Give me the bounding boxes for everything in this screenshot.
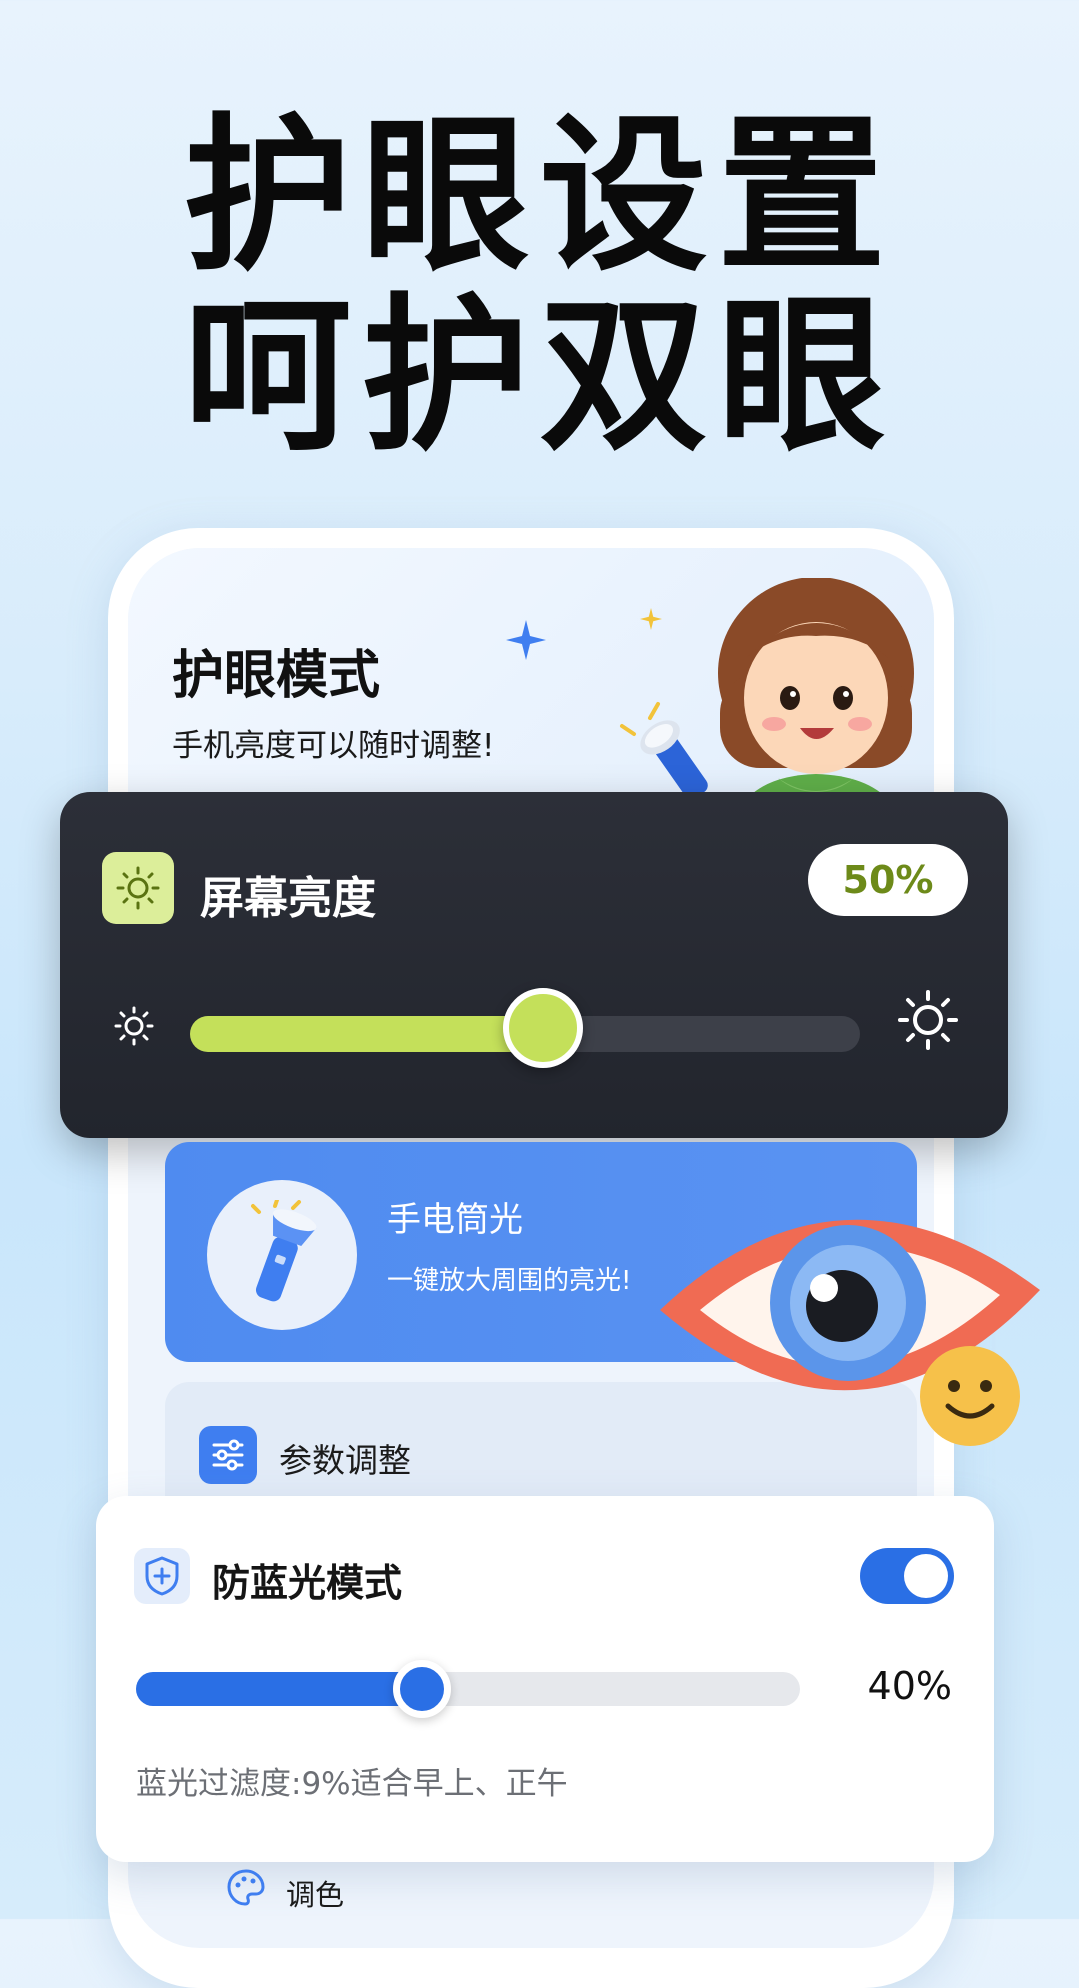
brightness-slider[interactable] [190,988,860,1068]
smiley-icon [920,1346,1020,1446]
blue-light-card: 防蓝光模式 40% 蓝光过滤度:9%适合早上、正午 [96,1496,994,1862]
brightness-value-badge: 50% [808,844,968,916]
blue-light-toggle[interactable] [860,1548,954,1604]
blue-light-slider-handle[interactable] [392,1660,451,1718]
palette-label: 调色 [286,1878,345,1912]
eye-illustration [660,1219,1040,1446]
sliders-icon [199,1426,257,1484]
flashlight-icon [207,1180,357,1330]
flashlight-title: 手电筒光 [387,1200,523,1240]
sparkle-icon [506,620,546,660]
shield-icon [134,1548,190,1604]
blue-light-slider[interactable] [136,1660,800,1718]
flashlight-subtitle: 一键放大周围的亮光! [387,1266,632,1296]
palette-icon [227,1869,265,1906]
brightness-card: 屏幕亮度 50% [60,792,1008,1138]
eye-mode-subtitle: 手机亮度可以随时调整! [172,728,495,764]
eye-mode-title: 护眼模式 [172,646,381,706]
blue-light-value: 40% [867,1664,952,1708]
blue-light-filter-note: 蓝光过滤度:9%适合早上、正午 [136,1766,568,1802]
brightness-slider-handle[interactable] [503,988,583,1068]
params-label: 参数调整 [279,1441,411,1480]
sparkle-icon [640,608,662,630]
sun-small-icon [114,1006,154,1046]
headline-line-1: 护眼设置 [183,98,896,294]
toggle-knob [904,1554,948,1598]
brightness-title: 屏幕亮度 [200,873,376,924]
sun-icon [102,852,174,924]
sun-large-icon [898,990,958,1050]
blue-light-slider-fill [136,1672,422,1706]
blue-light-title: 防蓝光模式 [212,1561,403,1605]
headline-line-2: 呵护双眼 [183,278,896,474]
brightness-slider-fill [190,1016,545,1052]
